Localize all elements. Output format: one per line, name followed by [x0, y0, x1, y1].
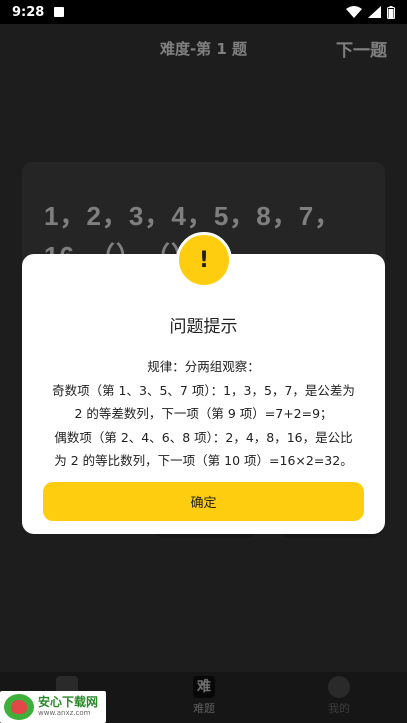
dialog-body-line: 2 的等差数列，下一项（第 9 项）=7+2=9；	[74, 406, 333, 421]
dialog-body-line: 偶数项（第 2、4、6、8 项）：2，4，8，16，是公比	[54, 429, 353, 445]
confirm-button[interactable]: 确定	[43, 482, 364, 521]
wifi-icon	[346, 6, 362, 18]
signal-icon	[368, 6, 381, 18]
hint-dialog: ! 问题提示 规律：分两组观察： 奇数项（第 1、3、5、7 项）：1，3，5，…	[22, 232, 385, 534]
dialog-body: 规律：分两组观察： 奇数项（第 1、3、5、7 项）：1，3，5，7，是公差为 …	[40, 355, 367, 473]
dialog-body-line: 奇数项（第 1、3、5、7 项）：1，3，5，7，是公差为	[52, 382, 355, 398]
status-icons	[346, 5, 395, 19]
dialog-title: 问题提示	[169, 317, 238, 337]
status-bar: 9:28	[0, 0, 407, 24]
notification-icon	[54, 7, 65, 17]
watermark-main: 安心下载网	[38, 695, 99, 709]
watermark-sub: www.anxz.com	[38, 709, 91, 717]
watermark-logo-icon	[4, 694, 34, 720]
dialog-body-line: 规律：分两组观察：	[147, 359, 260, 374]
watermark-text: 安心下载网 www.anxz.com	[38, 696, 98, 718]
watermark: 安心下载网 www.anxz.com	[0, 691, 106, 723]
exclamation-icon: !	[176, 232, 232, 288]
dialog-body-line: 为 2 的等比数列，下一项（第 10 项）=16×2=32。	[54, 453, 353, 468]
status-time: 9:28	[12, 4, 45, 20]
battery-icon	[387, 5, 395, 19]
